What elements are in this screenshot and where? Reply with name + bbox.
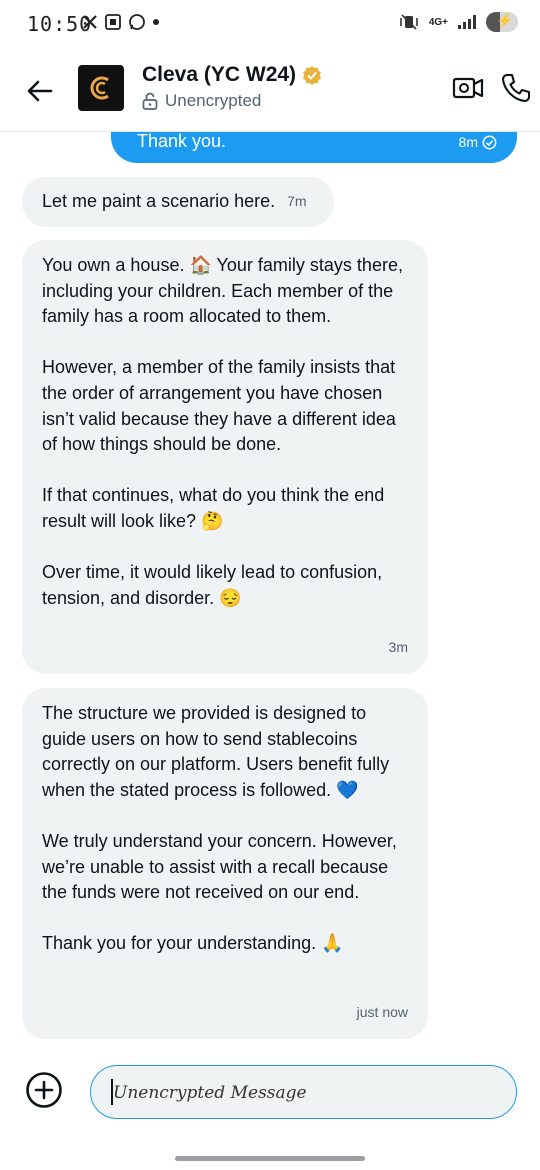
lock-open-icon (142, 92, 158, 110)
plus-circle-icon[interactable] (25, 1071, 63, 1109)
check-circle-icon (482, 135, 497, 149)
status-system-icons: 4G+ ⚡ (399, 12, 518, 32)
message-incoming[interactable]: Let me paint a scenario here. 7m (22, 177, 334, 227)
message-meta: 8m (459, 134, 497, 150)
message-text: You own a house. 🏠 Your family stays the… (42, 255, 403, 608)
message-text: Thank you. (137, 132, 227, 151)
message-time: 3m (388, 639, 408, 656)
message-time: 8m (458, 134, 478, 150)
message-text: The structure we provided is designed to… (42, 703, 397, 954)
encryption-status: Unencrypted (142, 91, 322, 111)
cleva-logo-icon (90, 76, 109, 100)
whatsapp-icon (129, 14, 145, 30)
contact-info[interactable]: Cleva (YC W24) Unencrypted (142, 63, 322, 111)
message-input-container[interactable] (90, 1065, 517, 1119)
message-incoming[interactable]: The structure we provided is designed to… (22, 688, 428, 1039)
network-4g-icon: 4G+ (428, 16, 448, 28)
mute-vibrate-icon (400, 14, 418, 30)
verified-badge-icon (303, 66, 322, 85)
back-arrow-icon[interactable] (24, 75, 56, 107)
screen-icon (105, 14, 121, 30)
phone-icon[interactable] (500, 72, 532, 104)
message-composer (0, 1052, 540, 1170)
contact-name: Cleva (YC W24) (142, 63, 297, 86)
message-time: just now (356, 1004, 408, 1021)
status-bar: 10:50 4G+ ⚡ (0, 0, 540, 50)
x-logo-icon (83, 15, 97, 29)
text-caret (111, 1079, 113, 1105)
encryption-label: Unencrypted (165, 91, 262, 110)
message-input[interactable] (111, 1078, 495, 1108)
signal-icon (458, 15, 476, 29)
message-outgoing[interactable]: Thank you. 8m (111, 132, 517, 163)
video-call-icon[interactable] (452, 72, 484, 104)
status-notification-icons (82, 13, 160, 31)
dot-icon (153, 19, 159, 25)
contact-title: Cleva (YC W24) (142, 63, 322, 87)
home-indicator[interactable] (175, 1156, 365, 1161)
avatar[interactable] (78, 65, 124, 111)
message-time: 7m (287, 193, 307, 210)
message-incoming[interactable]: You own a house. 🏠 Your family stays the… (22, 240, 428, 674)
message-text: Let me paint a scenario here. (42, 191, 276, 212)
battery-charging-icon: ⚡ (486, 12, 518, 32)
message-list[interactable]: Thank you. 8m Let me paint a scenario he… (0, 132, 540, 1052)
chat-header: Cleva (YC W24) Unencrypted (0, 55, 540, 132)
